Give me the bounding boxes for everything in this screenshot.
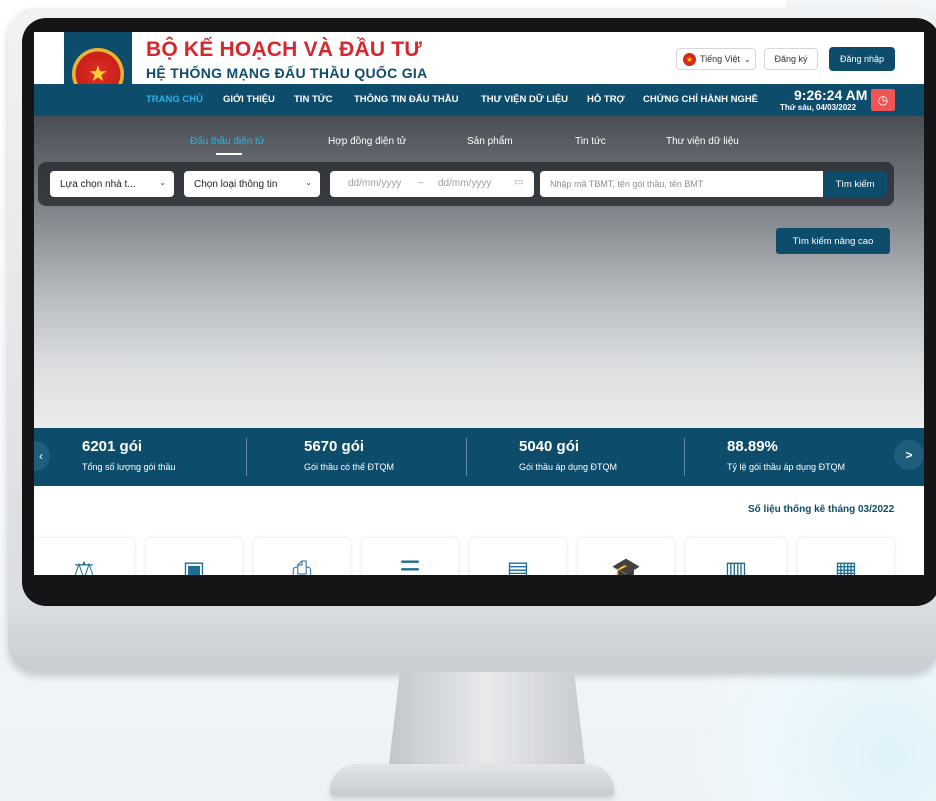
building-icon: ▦	[834, 557, 858, 576]
tab-e-contract[interactable]: Hợp đồng điện tử	[328, 136, 406, 147]
main-nav: TRANG CHỦ GIỚI THIỆU TIN TỨC THÔNG TIN Đ…	[34, 84, 924, 116]
tab-e-bidding[interactable]: Đấu thầu điện tử	[190, 136, 265, 147]
stats-bar: ‹ 6201 gói Tổng số lượng gói thầu 5670 g…	[34, 428, 924, 486]
date-separator: ~	[418, 178, 424, 189]
chevron-right-icon[interactable]: >	[894, 440, 924, 470]
nav-item-support[interactable]: HỖ TRỢ	[587, 94, 625, 105]
search-button[interactable]: Tìm kiếm	[823, 171, 887, 197]
stat-applied-label: Gói thầu áp dụng ĐTQM	[519, 462, 618, 472]
category-card[interactable]: ⚖	[34, 538, 134, 575]
date-to[interactable]: dd/mm/yyyy	[438, 178, 491, 189]
register-button[interactable]: Đăng ký	[764, 48, 818, 70]
stat-divider	[246, 438, 247, 476]
page-background: ★ BỘ KẾ HOẠCH VÀ ĐẦU TƯ HỆ THỐNG MẠNG ĐẤ…	[0, 0, 936, 801]
chevron-down-icon: ⌄	[305, 178, 312, 187]
stat-total-value: 6201 gói	[82, 438, 143, 455]
tab-active-indicator	[216, 153, 242, 155]
date-from[interactable]: dd/mm/yyyy	[348, 178, 401, 189]
monitor-stand-base	[330, 764, 614, 796]
category-card[interactable]: 🎓	[578, 538, 674, 575]
category-card[interactable]: ▤	[470, 538, 566, 575]
category-card[interactable]: ⎙	[254, 538, 350, 575]
site-header: ★ BỘ KẾ HOẠCH VÀ ĐẦU TƯ HỆ THỐNG MẠNG ĐẤ…	[34, 32, 924, 116]
book-star-icon: ▥	[724, 557, 748, 576]
stat-rate-label: Tỷ lệ gói thầu áp dụng ĐTQM	[727, 462, 846, 472]
nav-item-bidding-info[interactable]: THÔNG TIN ĐẤU THẦU	[354, 94, 459, 105]
graduation-cap-icon: 🎓	[611, 557, 641, 576]
monitor-stand-neck	[388, 672, 586, 772]
category-card[interactable]: ▦	[798, 538, 894, 575]
stat-rate-value: 88.89%	[727, 438, 778, 455]
clock-date: Thứ sáu, 04/03/2022	[780, 103, 857, 112]
hero-section: Đấu thầu điện tử Hợp đồng điện tử Sản ph…	[34, 116, 924, 428]
info-type-select[interactable]: Chọn loại thông tin ⌄	[184, 171, 320, 197]
advanced-search-button[interactable]: Tìm kiếm nâng cao	[776, 228, 890, 254]
nav-item-home[interactable]: TRANG CHỦ	[146, 94, 203, 105]
tab-news[interactable]: Tin tức	[575, 136, 606, 147]
tab-data-library[interactable]: Thư viện dữ liệu	[666, 136, 739, 147]
stat-total-label: Tổng số lượng gói thầu	[82, 462, 176, 472]
printer-icon: ⎙	[292, 557, 312, 576]
stat-eligible-label: Gói thầu có thể ĐTQM	[304, 462, 395, 472]
calendar-icon[interactable]: ▭	[514, 177, 523, 188]
nav-item-about[interactable]: GIỚI THIỆU	[223, 94, 275, 105]
language-selector[interactable]: ★ Tiếng Việt ⌄	[676, 48, 756, 70]
system-subtitle: HỆ THỐNG MẠNG ĐẤU THẦU QUỐC GIA	[146, 65, 428, 81]
stat-divider	[684, 438, 685, 476]
clock-time: 9:26:24 AM	[794, 87, 868, 103]
info-type-select-value: Chọn loại thông tin	[194, 178, 278, 190]
tab-products[interactable]: Sản phẩm	[467, 136, 513, 147]
chevron-down-icon: ⌄	[744, 54, 751, 64]
ministry-title: BỘ KẾ HOẠCH VÀ ĐẦU TƯ	[146, 38, 422, 61]
gavel-icon: ⚖	[73, 557, 95, 576]
stat-eligible-value: 5670 gói	[304, 438, 365, 455]
category-card[interactable]: ☰	[362, 538, 458, 575]
monthly-stats-label: Số liệu thống kê tháng 03/2022	[748, 504, 895, 515]
monitor-screen: ★ BỘ KẾ HOẠCH VÀ ĐẦU TƯ HỆ THỐNG MẠNG ĐẤ…	[34, 32, 924, 575]
vietnam-flag-icon: ★	[683, 52, 696, 66]
category-card[interactable]: ▣	[146, 538, 242, 575]
search-panel: Lựa chọn nhà t... ⌄ Chọn loại thông tin …	[38, 162, 894, 206]
stat-applied-value: 5040 gói	[519, 438, 580, 455]
nav-item-certificates[interactable]: CHỨNG CHỈ HÀNH NGHỀ	[643, 94, 758, 105]
document-list-icon: ☰	[399, 557, 421, 576]
language-label: Tiếng Việt	[700, 54, 741, 64]
investor-select[interactable]: Lựa chọn nhà t... ⌄	[50, 171, 174, 197]
nav-item-news[interactable]: TIN TỨC	[294, 94, 333, 105]
nav-item-data-library[interactable]: THƯ VIỆN DỮ LIỆU	[481, 94, 568, 105]
chevron-down-icon: ⌄	[159, 178, 166, 187]
laptop-icon: ▣	[182, 557, 206, 576]
keyword-search-input[interactable]	[540, 171, 823, 197]
investor-select-value: Lựa chọn nhà t...	[60, 178, 136, 190]
category-card[interactable]: ▥	[686, 538, 786, 575]
laptop-folder-icon: ▤	[506, 557, 530, 576]
date-range-picker[interactable]: dd/mm/yyyy ~ dd/mm/yyyy ▭	[330, 171, 534, 197]
chevron-left-icon[interactable]: ‹	[34, 441, 50, 471]
stat-divider	[466, 438, 467, 476]
login-button[interactable]: Đăng nhập	[829, 47, 895, 71]
clock-icon[interactable]: ◷	[871, 89, 895, 111]
